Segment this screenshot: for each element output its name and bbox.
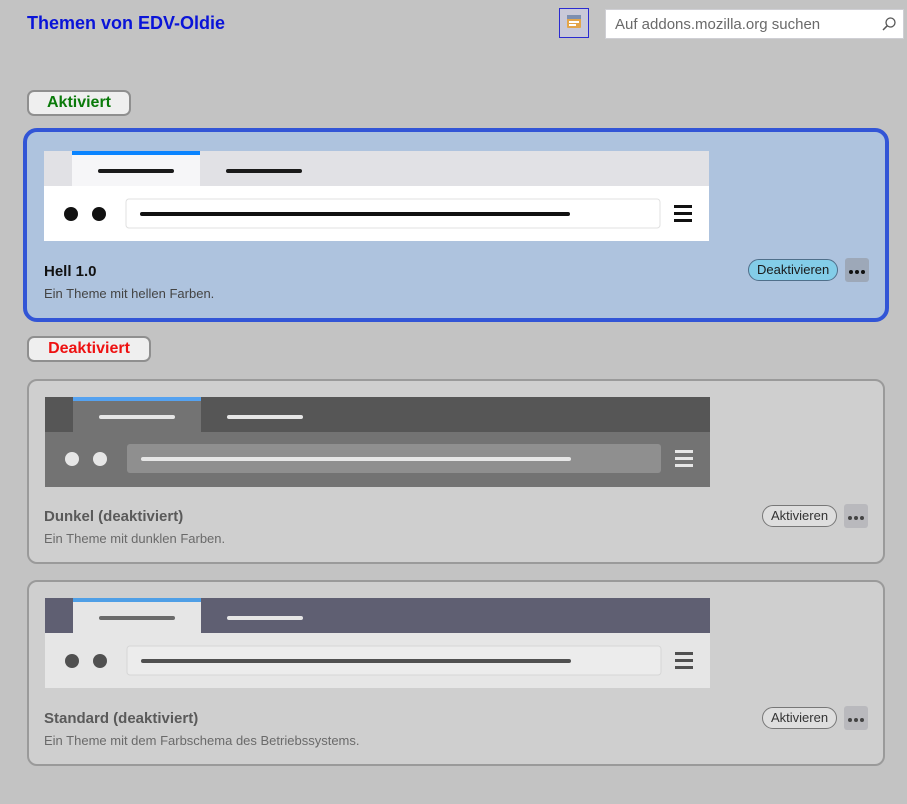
themes-icon — [564, 11, 584, 36]
activate-button[interactable]: Aktivieren — [762, 707, 838, 729]
theme-card-system[interactable]: Standard (deaktiviert) Ein Theme mit dem… — [27, 580, 885, 766]
theme-card-dark[interactable]: Dunkel (deaktiviert) Ein Theme mit dunkl… — [27, 379, 885, 564]
theme-name: Hell 1.0 — [44, 263, 97, 280]
theme-card-light[interactable]: Hell 1.0 Ein Theme mit hellen Farben. De… — [23, 128, 889, 322]
search-input[interactable] — [606, 10, 885, 38]
theme-name: Dunkel (deaktiviert) — [44, 508, 184, 525]
theme-name: Standard (deaktiviert) — [44, 710, 199, 727]
themes-button[interactable] — [559, 8, 589, 38]
theme-description: Ein Theme mit hellen Farben. — [44, 286, 215, 301]
more-options-button[interactable] — [844, 504, 868, 528]
section-label-enabled: Aktiviert — [27, 90, 131, 116]
more-options-icon — [849, 261, 865, 279]
search-icon[interactable] — [881, 16, 897, 37]
theme-description: Ein Theme mit dunklen Farben. — [44, 531, 226, 546]
theme-preview-dark — [45, 397, 710, 487]
activate-button[interactable]: Aktivieren — [762, 505, 838, 527]
deactivate-button[interactable]: Deaktivieren — [748, 259, 839, 281]
theme-description: Ein Theme mit dem Farbschema des Betrieb… — [44, 733, 360, 748]
more-options-button[interactable] — [845, 258, 869, 282]
page-title: Themen von EDV-Oldie — [27, 13, 226, 33]
more-options-button[interactable] — [844, 706, 868, 730]
theme-preview-light — [44, 151, 709, 241]
more-options-icon — [848, 507, 864, 525]
more-options-icon — [848, 709, 864, 727]
theme-preview-system — [45, 598, 710, 688]
section-label-disabled: Deaktiviert — [27, 336, 151, 362]
search-box[interactable] — [605, 9, 904, 39]
